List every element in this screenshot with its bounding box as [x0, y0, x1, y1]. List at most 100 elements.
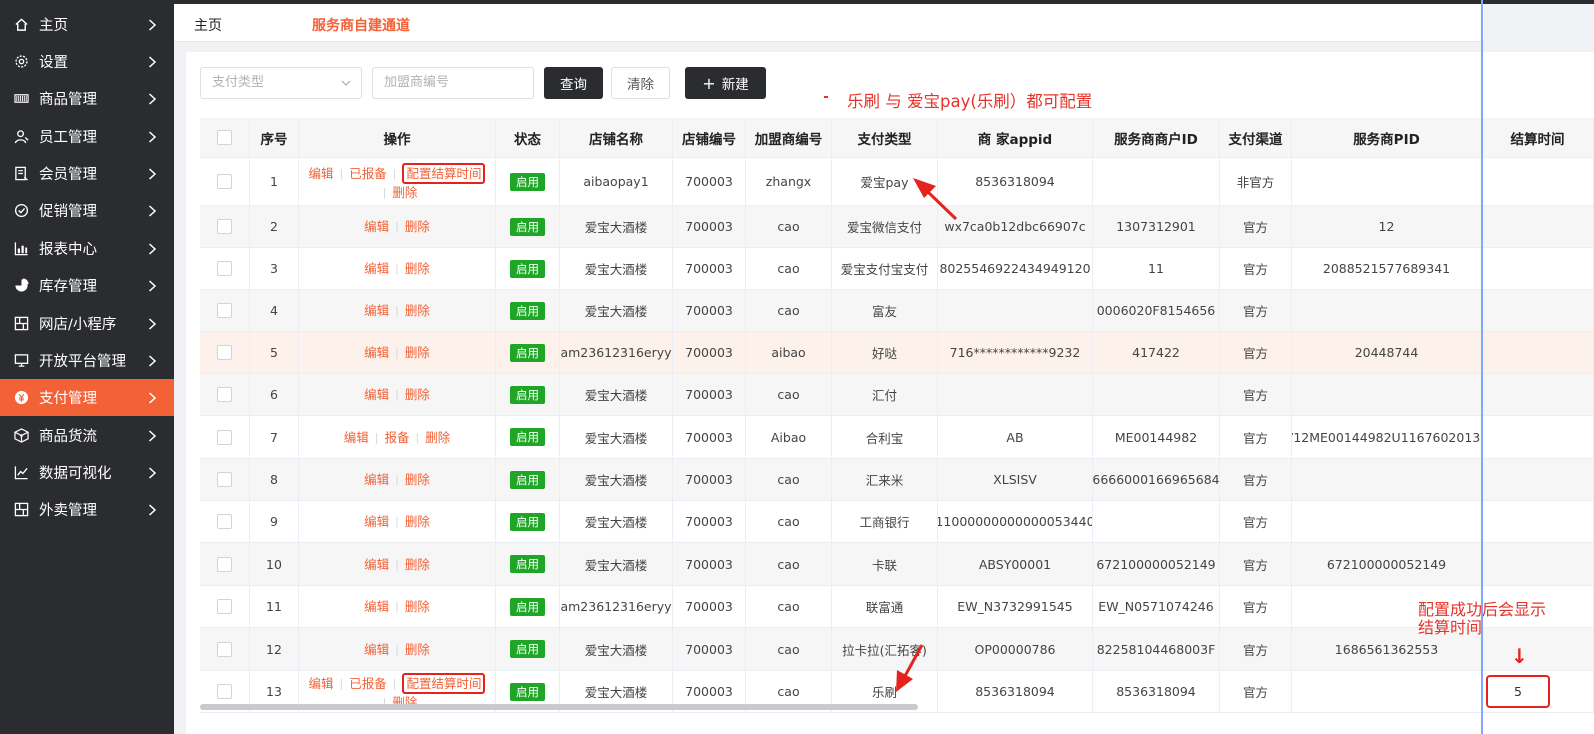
edit-link[interactable]: 编辑	[364, 641, 389, 658]
delete-link[interactable]: 删除	[425, 429, 450, 446]
edit-link[interactable]: 编辑	[309, 675, 334, 692]
sidebar-item-7[interactable]: 库存管理	[0, 267, 174, 304]
shop-no-cell: 700003	[673, 586, 746, 627]
edit-link[interactable]: 编辑	[364, 218, 389, 235]
status-cell: 启用	[496, 586, 560, 627]
tab-home[interactable]: 主页	[194, 15, 222, 35]
edit-link[interactable]: 编辑	[364, 556, 389, 573]
pay-type-cell: 合利宝	[832, 416, 938, 458]
payment-icon	[13, 390, 29, 406]
row-checkbox[interactable]	[217, 429, 232, 445]
sidebar-item-6[interactable]: 报表中心	[0, 230, 174, 267]
sidebar-item-8[interactable]: 网店/小程序	[0, 305, 174, 342]
no-cell: 4	[250, 290, 299, 331]
chevron-right-icon	[142, 55, 162, 68]
row-checkbox[interactable]	[217, 303, 232, 318]
sidebar-item-12[interactable]: 数据可视化	[0, 454, 174, 491]
sidebar-item-13[interactable]: 外卖管理	[0, 491, 174, 528]
select-all-checkbox[interactable]	[217, 130, 232, 145]
pid-cell: V12ME00144982U11676020130	[1292, 416, 1482, 458]
row-checkbox-cell	[200, 416, 250, 458]
ops-cell: 编辑 | 删除	[299, 628, 496, 670]
sidebar-item-5[interactable]: 促销管理	[0, 192, 174, 229]
delete-link[interactable]: 删除	[405, 513, 430, 530]
status-cell: 启用	[496, 543, 560, 585]
merchant-id-cell	[1093, 501, 1220, 542]
row-checkbox[interactable]	[217, 514, 232, 529]
row-checkbox[interactable]	[217, 599, 232, 614]
config-settle-link[interactable]: 配置结算时间	[402, 672, 486, 694]
sidebar-item-9[interactable]: 开放平台管理	[0, 342, 174, 379]
edit-link[interactable]: 编辑	[364, 598, 389, 615]
row-checkbox[interactable]	[217, 387, 232, 402]
sidebar-item-4[interactable]: 会员管理	[0, 155, 174, 192]
delete-link[interactable]: 删除	[405, 260, 430, 277]
delete-link[interactable]: 删除	[405, 386, 430, 403]
delete-link[interactable]: 删除	[405, 302, 430, 319]
edit-link[interactable]: 编辑	[364, 471, 389, 488]
new-button[interactable]: + 新建	[685, 67, 766, 99]
no-cell: 9	[250, 501, 299, 542]
edit-link[interactable]: 编辑	[344, 429, 369, 446]
shop-name-cell: aibaopay1	[560, 158, 673, 205]
sidebar-item-10[interactable]: 支付管理	[0, 379, 174, 416]
row-checkbox[interactable]	[217, 174, 232, 189]
edit-link[interactable]: 编辑	[364, 344, 389, 361]
reported-link[interactable]: 已报备	[349, 165, 387, 182]
pay-type-select[interactable]: 支付类型	[200, 67, 362, 99]
shop-no-cell: 700003	[673, 374, 746, 415]
pay-type-cell: 爱宝支付宝支付	[832, 248, 938, 289]
reported-link[interactable]: 已报备	[349, 675, 387, 692]
edit-link[interactable]: 编辑	[364, 513, 389, 530]
row-checkbox[interactable]	[217, 345, 232, 360]
table-row: 1 编辑 | 已报备 | 配置结算时间 | 删除 启用 aibaopay1 700003 zhangx…	[200, 158, 1594, 206]
shop-no-cell: 700003	[673, 416, 746, 458]
delete-link[interactable]: 删除	[405, 641, 430, 658]
delete-link[interactable]: 删除	[405, 344, 430, 361]
ops-cell: 编辑 | 删除	[299, 586, 496, 627]
status-cell: 启用	[496, 501, 560, 542]
sidebar-item-2[interactable]: 商品管理	[0, 80, 174, 117]
app-root: 主页 设置 商品管理 员工管理 会员管理 促销管理 报表中心 库存管理 网店/小程序 开放平台管理…	[0, 0, 1594, 734]
sidebar-item-11[interactable]: 商品货流	[0, 417, 174, 454]
edit-link[interactable]: 编辑	[364, 260, 389, 277]
config-settle-link[interactable]: 配置结算时间	[402, 162, 486, 184]
row-checkbox[interactable]	[217, 641, 232, 657]
delete-link[interactable]: 删除	[405, 598, 430, 615]
shop-no-cell: 700003	[673, 459, 746, 500]
op-separator: |	[374, 430, 379, 444]
delete-link[interactable]: 删除	[392, 184, 417, 201]
merchant-id-cell: 0006020F8154656	[1093, 290, 1220, 331]
tab-active-channel[interactable]: 服务商自建通道	[312, 15, 410, 35]
sidebar-item-1[interactable]: 设置	[0, 43, 174, 80]
edit-link[interactable]: 编辑	[364, 302, 389, 319]
row-checkbox[interactable]	[217, 219, 232, 234]
sidebar-item-3[interactable]: 员工管理	[0, 118, 174, 155]
shop-name-cell: 爱宝大酒楼	[560, 416, 673, 458]
row-checkbox-cell	[200, 501, 250, 542]
settle-cell	[1482, 332, 1594, 373]
query-button[interactable]: 查询	[544, 67, 603, 99]
shop-name-cell: 爱宝大酒楼	[560, 290, 673, 331]
clear-button[interactable]: 清除	[611, 67, 670, 99]
franchise-no-input[interactable]: 加盟商编号	[372, 67, 534, 99]
row-checkbox[interactable]	[217, 472, 232, 487]
row-checkbox[interactable]	[217, 261, 232, 276]
ops-group: 编辑 | 报备 | 删除	[344, 429, 450, 446]
status-badge: 启用	[510, 428, 545, 446]
delete-link[interactable]: 删除	[405, 218, 430, 235]
row-checkbox[interactable]	[217, 684, 232, 699]
status-cell: 启用	[496, 158, 560, 205]
status-badge: 启用	[510, 470, 545, 489]
delete-link[interactable]: 删除	[405, 471, 430, 488]
edit-link[interactable]: 编辑	[364, 386, 389, 403]
op-separator: |	[395, 346, 399, 359]
status-badge: 启用	[510, 385, 545, 404]
report-link[interactable]: 报备	[384, 429, 409, 446]
shop-no-cell: 700003	[673, 158, 746, 205]
horizontal-scrollbar[interactable]	[200, 704, 918, 710]
sidebar-item-0[interactable]: 主页	[0, 6, 174, 43]
delete-link[interactable]: 删除	[405, 556, 430, 573]
edit-link[interactable]: 编辑	[309, 165, 334, 182]
row-checkbox[interactable]	[217, 556, 232, 572]
